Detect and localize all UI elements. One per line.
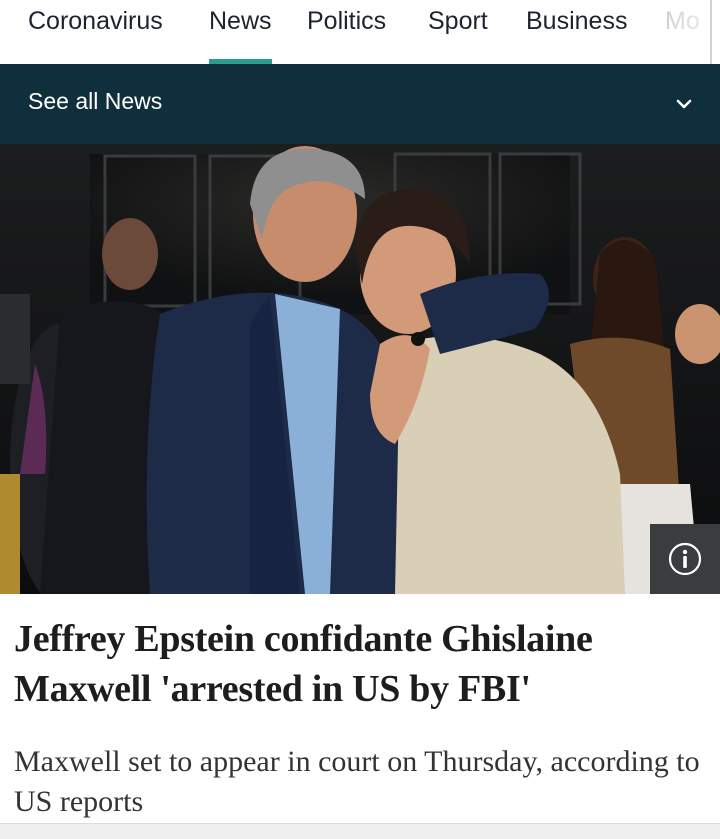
tab-coronavirus[interactable]: Coronavirus — [28, 6, 163, 64]
see-all-news-dropdown[interactable]: See all News — [0, 64, 720, 144]
lead-photo — [0, 144, 720, 594]
article-headline[interactable]: Jeffrey Epstein confidante Ghislaine Max… — [14, 614, 704, 714]
scroll-edge — [710, 0, 712, 64]
info-icon — [668, 542, 702, 576]
lead-photo-image — [0, 144, 720, 594]
see-all-news-label: See all News — [28, 88, 163, 114]
article-standfirst: Maxwell set to appear in court on Thursd… — [14, 745, 700, 818]
tab-sport[interactable]: Sport — [428, 6, 488, 64]
photo-info-button[interactable] — [650, 524, 720, 594]
nav-fade-overlay — [640, 0, 720, 64]
tab-news[interactable]: News — [209, 6, 272, 64]
bottom-bar — [0, 823, 720, 839]
top-nav: Coronavirus News Politics Sport Business… — [0, 0, 720, 64]
tab-politics[interactable]: Politics — [307, 6, 386, 64]
tab-business[interactable]: Business — [526, 6, 627, 64]
chevron-down-icon — [676, 99, 692, 109]
